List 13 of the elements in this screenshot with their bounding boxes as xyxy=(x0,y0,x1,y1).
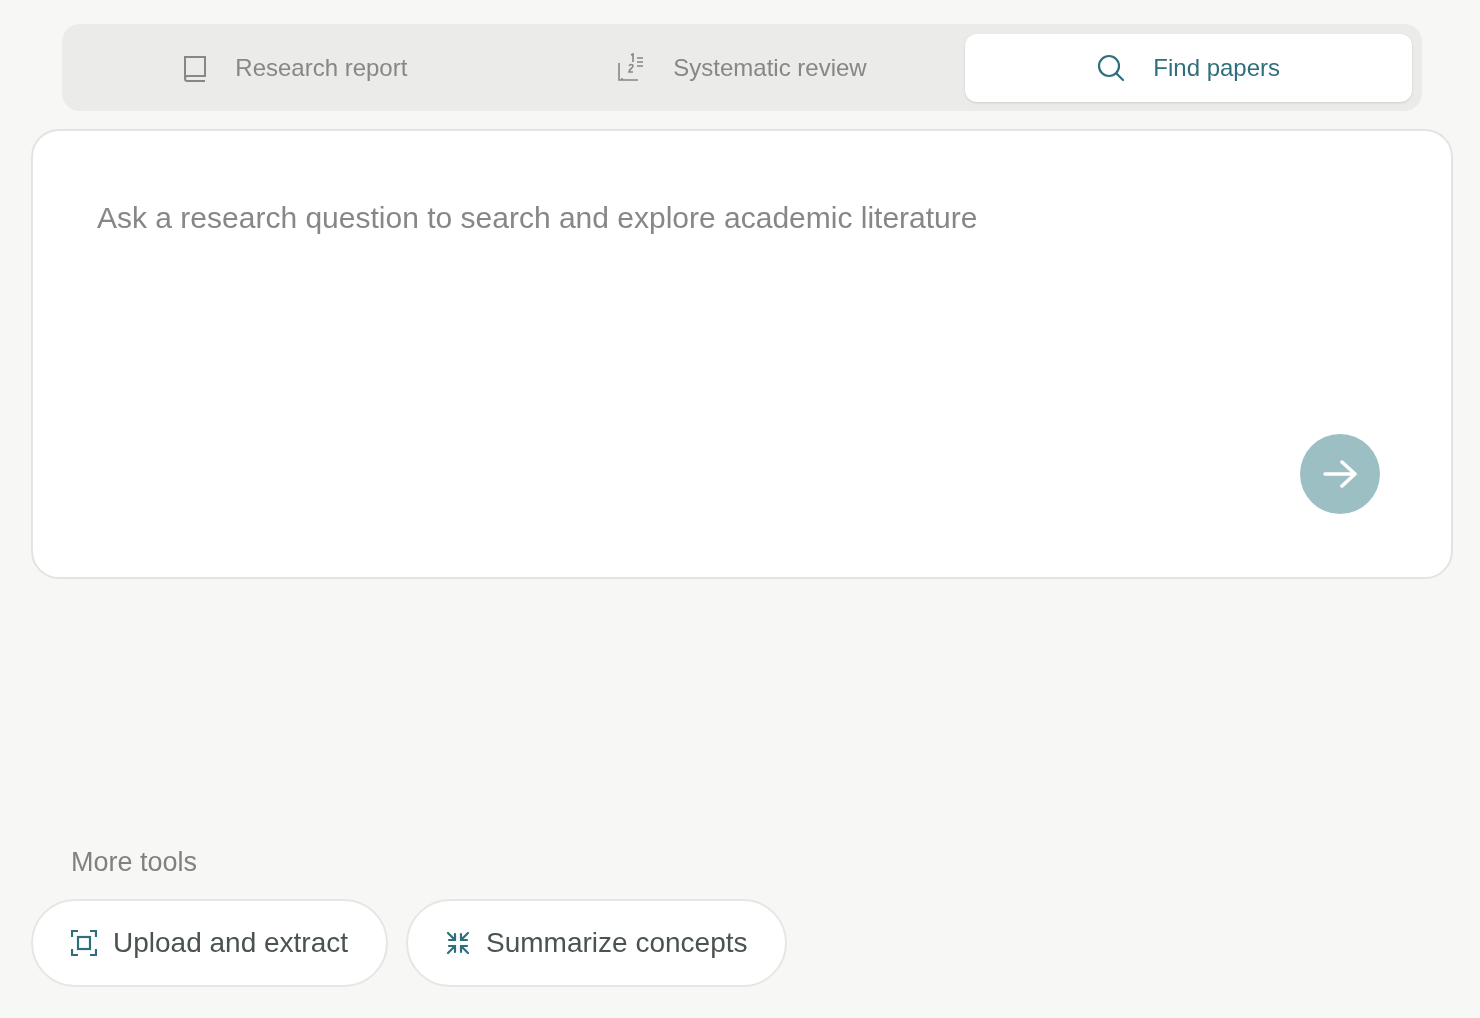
search-icon xyxy=(1097,53,1126,82)
section-heading: More tools xyxy=(71,846,199,879)
compress-arrows-icon xyxy=(446,931,471,955)
book-icon xyxy=(183,53,208,82)
mode-tab[interactable]: Systematic review xyxy=(518,33,966,102)
mode-tab[interactable]: Research report xyxy=(72,33,519,102)
tool-button[interactable]: Upload and extract xyxy=(31,899,389,987)
scan-frame-icon xyxy=(71,930,97,956)
arrow-right-icon xyxy=(1323,459,1357,489)
tool-button[interactable]: Summarize concepts xyxy=(406,899,788,987)
numbered-list-icon xyxy=(617,52,646,83)
question-input[interactable]: Ask a research question to search and explore academic literature xyxy=(97,195,1297,255)
mode-tab[interactable]: Find papers xyxy=(965,33,1412,102)
